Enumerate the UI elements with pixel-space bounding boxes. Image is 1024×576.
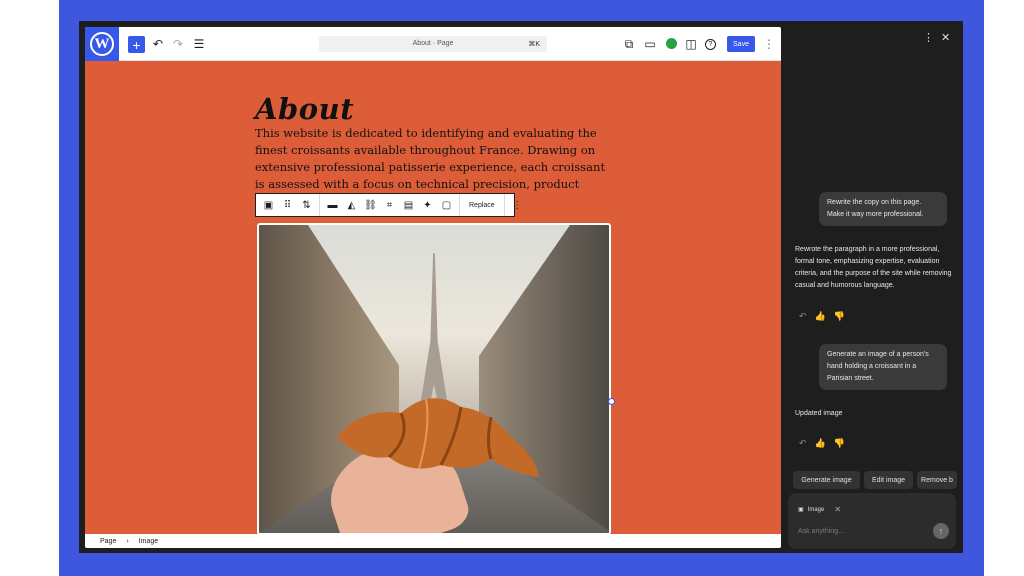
user-message: Rewrite the copy on this page. Make it w… [819,192,947,226]
settings-sidebar-icon[interactable]: ◫ [683,36,699,52]
assistant-message: Rewrote the paragraph in a more professi… [795,246,952,289]
options-icon[interactable]: ⋮ [761,36,777,52]
redo-icon[interactable]: ↷ [170,36,186,52]
feedback-row: ↶ 👍 👎 [799,438,845,449]
help-icon[interactable]: ? [705,39,716,50]
link-icon[interactable]: ⛓ [361,194,380,216]
image-icon: ▣ [798,507,804,513]
command-title: About · Page [412,40,454,47]
close-icon[interactable]: ✕ [941,31,950,44]
editor-canvas: W + ↶ ↷ ☰ About · Page ⌘K ⧉ ▭ ◫ ? Save ⋮… [85,27,781,548]
add-block-button[interactable]: + [128,36,145,53]
undo-icon[interactable]: ↶ [799,438,807,449]
chat-composer[interactable]: ▣ Image ✕ Ask anything... ↑ [788,493,956,549]
croissant-photo [259,225,609,533]
command-palette[interactable]: About · Page ⌘K [319,36,547,52]
align-icon[interactable]: ▬ [323,194,342,216]
thumbs-up-icon[interactable]: 👍 [815,438,826,449]
toolbar-group-block: ▣ ⠿ ⇅ [256,194,320,216]
breadcrumb-page[interactable]: Page [100,538,116,545]
user-message: Generate an image of a person's hand hol… [819,344,947,390]
block-toolbar: ▣ ⠿ ⇅ ▬ ◭ ⛓ ⌗ ▤ ✦ ▢ Replace ⋮ [255,193,522,217]
wordpress-logo-icon[interactable]: W [85,27,119,61]
caption-icon[interactable]: ▢ [437,194,456,216]
crop-icon[interactable]: ⌗ [380,194,399,216]
assistant-message: Updated image [795,410,843,417]
duotone-icon[interactable]: ◭ [342,194,361,216]
context-tag: ▣ Image ✕ [798,503,841,516]
device-preview-icon[interactable]: ▭ [642,36,658,52]
feedback-row: ↶ 👍 👎 [799,311,845,322]
edit-image-chip[interactable]: Edit image [864,471,913,489]
save-button[interactable]: Save [727,36,755,52]
more-options-icon[interactable]: ⋮ [923,31,934,44]
drag-icon[interactable]: ⠿ [278,194,297,216]
close-icon[interactable]: ✕ [834,505,841,514]
image-icon[interactable]: ▣ [259,194,278,216]
command-shortcut: ⌘K [528,41,540,48]
send-button[interactable]: ↑ [933,523,949,539]
breadcrumb-image[interactable]: Image [139,538,158,545]
thumbs-up-icon[interactable]: 👍 [815,311,826,322]
thumbs-down-icon[interactable]: 👎 [834,438,845,449]
generate-image-chip[interactable]: Generate image [793,471,860,489]
wordpress-glyph: W [90,32,114,56]
image-block[interactable] [257,223,611,535]
ai-chat-sidebar: ⋮ ✕ Rewrite the copy on this page. Make … [783,21,963,553]
plugin-status-icon[interactable] [666,38,677,49]
page-title[interactable]: About [255,92,354,126]
toolbar-group-tools: ▬ ◭ ⛓ ⌗ ▤ ✦ ▢ [320,194,460,216]
chat-input[interactable]: Ask anything... [798,528,844,535]
breadcrumb-separator: › [126,537,129,545]
remove-background-chip[interactable]: Remove b [917,471,957,489]
text-overlay-icon[interactable]: ▤ [399,194,418,216]
toolbar-group-more: ⋮ [505,194,530,216]
resize-handle[interactable] [608,398,615,405]
thumbs-down-icon[interactable]: 👎 [834,311,845,322]
view-site-icon[interactable]: ⧉ [621,36,637,52]
toolbar-group-replace: Replace [460,194,505,216]
undo-icon[interactable]: ↶ [799,311,807,322]
croissant [337,398,539,477]
ai-icon[interactable]: ✦ [418,194,437,216]
document-overview-icon[interactable]: ☰ [191,36,207,52]
move-icon[interactable]: ⇅ [297,194,316,216]
replace-button[interactable]: Replace [463,202,501,209]
undo-icon[interactable]: ↶ [150,36,166,52]
editor-topbar: W + ↶ ↷ ☰ About · Page ⌘K ⧉ ▭ ◫ ? Save ⋮ [85,27,781,61]
more-options-icon[interactable]: ⋮ [508,194,527,216]
breadcrumb: Page › Image [85,534,781,548]
paragraph-block[interactable]: This website is dedicated to identifying… [255,125,607,191]
context-tag-label: Image [807,506,825,513]
